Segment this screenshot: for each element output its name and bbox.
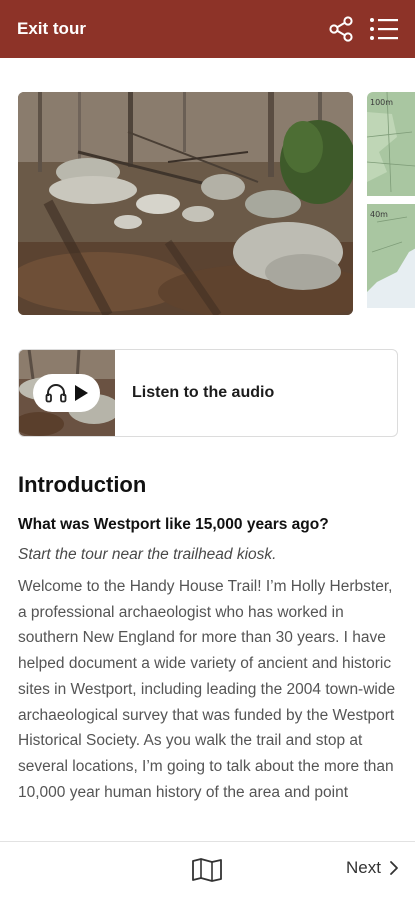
- next-label: Next: [346, 858, 381, 877]
- header-actions: [327, 15, 399, 43]
- chevron-right-icon: [389, 860, 399, 876]
- trail-photo[interactable]: [18, 92, 353, 315]
- audio-play-pill[interactable]: [33, 374, 100, 412]
- stop-direction: Start the tour near the trailhead kiosk.: [18, 546, 277, 563]
- listen-audio-button[interactable]: Listen to the audio: [18, 349, 398, 437]
- map-scale-label: 100m: [370, 98, 394, 107]
- play-icon: [73, 384, 89, 402]
- body-text: Welcome to the Handy House Trail! I’m Ho…: [18, 578, 396, 801]
- headphones-icon: [45, 383, 67, 403]
- audio-label: Listen to the audio: [132, 384, 275, 401]
- app-header: Exit tour: [0, 0, 415, 58]
- share-icon[interactable]: [327, 15, 355, 43]
- folded-map-icon[interactable]: [191, 858, 223, 882]
- audio-thumbnail: [19, 350, 115, 436]
- next-button[interactable]: Next: [346, 858, 399, 878]
- map-preview[interactable]: 100m 40m: [367, 92, 415, 315]
- page-title: Introduction: [18, 472, 147, 497]
- tour-content: Introduction What was Westport like 15,0…: [18, 470, 398, 805]
- section-question: What was Westport like 15,000 years ago?: [18, 516, 329, 533]
- list-menu-icon[interactable]: [369, 15, 399, 43]
- bottom-nav: Next: [0, 841, 415, 900]
- map-scale-label: 40m: [370, 210, 388, 219]
- exit-tour-button[interactable]: Exit tour: [17, 19, 86, 39]
- image-carousel[interactable]: 100m 40m: [18, 92, 415, 315]
